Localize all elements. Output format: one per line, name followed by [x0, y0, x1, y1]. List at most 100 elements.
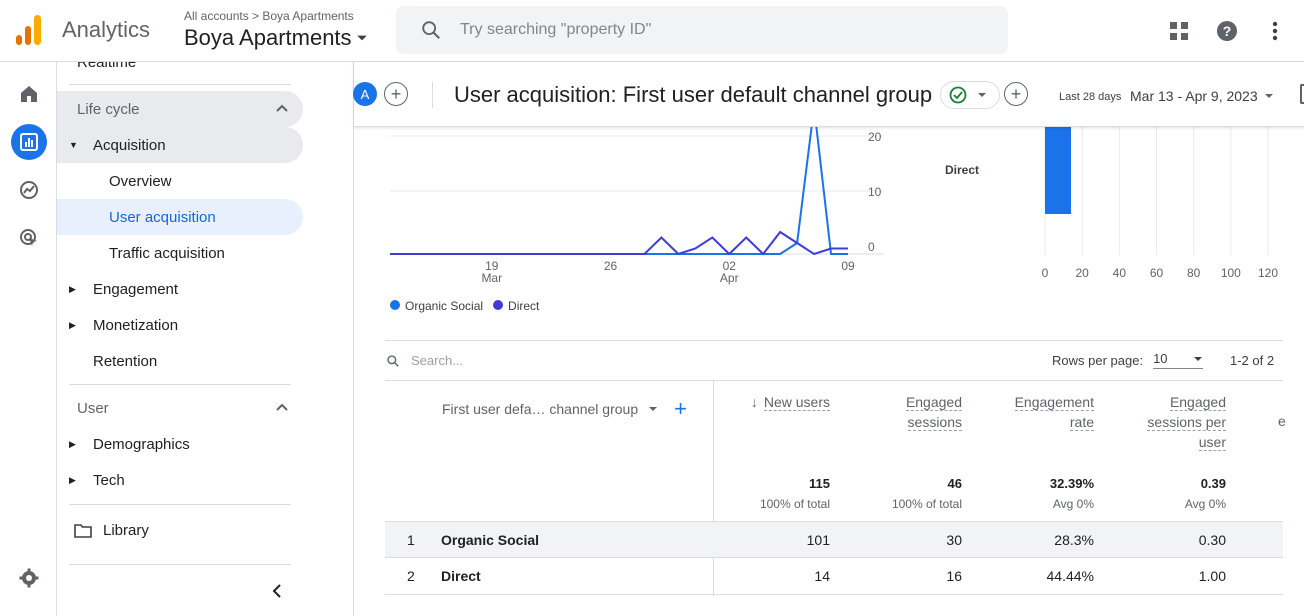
x-tick-label: 60 [1150, 266, 1164, 280]
reports-icon[interactable] [11, 124, 47, 160]
chevron-up-icon [276, 104, 288, 112]
line-chart: 2010019Mar26 02Apr09 [390, 127, 884, 285]
report-status-button[interactable] [940, 81, 1000, 109]
divider [69, 564, 291, 565]
comparison-avatar[interactable]: A [353, 82, 377, 106]
total-engaged-per-user: 0.39 [1200, 476, 1226, 491]
account-name: Boya Apartments [184, 25, 352, 50]
nav-label: Retention [93, 352, 158, 370]
x-tick-month-label: Apr [720, 271, 739, 285]
caret-down-icon [649, 407, 658, 411]
collapse-chevron-left-icon[interactable] [271, 583, 283, 599]
total-engaged-sessions: 46 [947, 476, 962, 491]
col-new-users[interactable]: ↓ New users [730, 392, 830, 412]
settings-icon[interactable] [11, 560, 47, 596]
search-bar[interactable]: Try searching "property ID" [396, 6, 1008, 54]
triangle-right-icon: ▶ [69, 283, 76, 294]
sort-arrow-down-icon: ↓ [750, 394, 758, 410]
nav-label: Demographics [93, 435, 190, 453]
x-tick-label: 26 [604, 259, 618, 273]
add-comparison-icon[interactable]: + [384, 82, 408, 106]
divider [69, 84, 291, 85]
nav-overview[interactable]: Overview [57, 163, 303, 199]
col-engaged-sessions-per-user[interactable]: Engaged sessions per user [1126, 392, 1226, 452]
column-label: rate [1069, 414, 1094, 431]
folder-icon [74, 523, 92, 538]
home-icon[interactable] [11, 76, 47, 112]
x-tick-label: 100 [1221, 266, 1241, 280]
nav-label: Monetization [93, 316, 179, 334]
col-engaged-sessions[interactable]: Engaged sessions [862, 392, 962, 432]
nav-library[interactable]: Library [57, 512, 303, 548]
nav-user-acquisition[interactable]: User acquisition [57, 199, 303, 235]
row-engagement-rate: 44.44% [1046, 568, 1094, 584]
column-label: sessions [907, 414, 962, 431]
calendar-icon[interactable] [1300, 84, 1304, 104]
caret-down-icon [1264, 94, 1273, 98]
section-lifecycle[interactable]: Life cycle [57, 91, 303, 127]
total-sub-new-users: 100% of total [759, 497, 830, 511]
search-icon [422, 21, 440, 39]
apps-icon[interactable] [1162, 14, 1196, 48]
report-header: A + User acquisition: First user default… [353, 62, 1304, 127]
legend-item-direct[interactable]: Direct [493, 299, 539, 313]
triangle-right-icon: ▶ [69, 474, 76, 485]
nav-acquisition[interactable]: ▼ Acquisition [57, 127, 303, 163]
row-dimension: Direct [441, 568, 481, 584]
bar-category-label: Direct [945, 163, 980, 177]
table-row[interactable]: 1 Organic Social 101 30 28.3% 0.30 [385, 521, 1283, 558]
nav-demographics[interactable]: ▶ Demographics [57, 426, 303, 462]
column-label: user [1198, 434, 1226, 451]
table-search[interactable]: Search... [386, 353, 463, 368]
nav-engagement[interactable]: ▶ Engagement [57, 271, 303, 307]
bar-chart: 0 20 40 60 80 100 120 [1042, 127, 1278, 280]
legend-label: Direct [508, 299, 540, 313]
x-tick-label: 0 [1042, 266, 1049, 280]
divider [385, 380, 1283, 381]
table-search-input[interactable]: Search... [411, 353, 463, 368]
nav-tech[interactable]: ▶ Tech [57, 462, 303, 498]
row-engaged-per-user: 1.00 [1198, 568, 1226, 584]
row-engaged-sessions: 30 [946, 532, 962, 548]
more-vert-icon[interactable] [1258, 14, 1292, 48]
nav-retention[interactable]: Retention [57, 343, 303, 379]
caret-down-icon [356, 35, 367, 41]
analytics-logo[interactable] [16, 15, 42, 45]
nav-monetization[interactable]: ▶ Monetization [57, 307, 303, 343]
rows-per-page-select[interactable]: 10 [1153, 351, 1204, 369]
divider [432, 82, 433, 108]
section-user[interactable]: User [57, 390, 303, 426]
add-dimension-icon[interactable]: + [674, 396, 687, 422]
row-engaged-sessions: 16 [946, 568, 962, 584]
help-icon[interactable]: ? [1210, 14, 1244, 48]
col-engagement-rate[interactable]: Engagement rate [994, 392, 1094, 432]
advertising-icon[interactable] [11, 220, 47, 256]
rows-per-page-label: Rows per page: [1052, 352, 1144, 368]
nav-label: Library [103, 521, 149, 539]
nav-label: Tech [93, 471, 125, 489]
total-engagement-rate: 32.39% [1049, 476, 1094, 491]
table-row[interactable]: 2 Direct 14 16 44.44% 1.00 [385, 558, 1283, 595]
search-input[interactable]: Try searching "property ID" [460, 21, 651, 39]
legend-label: Organic Social [405, 299, 484, 313]
divider [385, 340, 1283, 341]
account-picker[interactable]: Boya Apartments [184, 25, 368, 51]
add-card-icon[interactable]: + [1004, 82, 1028, 106]
nav-label: User acquisition [109, 208, 216, 226]
nav-traffic-acquisition[interactable]: Traffic acquisition [57, 235, 303, 271]
nav-realtime[interactable]: Realtime [77, 62, 307, 80]
explore-icon[interactable] [11, 172, 47, 208]
total-sub-engaged-per-user: Avg 0% [1184, 497, 1226, 511]
x-tick-month-label: Mar [481, 271, 502, 285]
caret-down-icon [978, 93, 986, 97]
breadcrumb[interactable]: All accounts > Boya Apartments [184, 9, 354, 23]
date-range-picker[interactable]: Mar 13 - Apr 9, 2023 [1130, 88, 1274, 104]
column-label: Engaged [1169, 394, 1226, 411]
reports-nav: Realtime Life cycle ▼ Acquisition Overvi… [57, 62, 354, 616]
legend-dot [493, 300, 504, 310]
dimension-header[interactable]: First user defa… channel group + [442, 396, 687, 422]
divider [69, 504, 291, 505]
legend-item-organic[interactable]: Organic Social [390, 299, 483, 313]
chart-legend: Organic Social Direct [390, 299, 539, 313]
x-tick-label: 120 [1258, 266, 1278, 280]
